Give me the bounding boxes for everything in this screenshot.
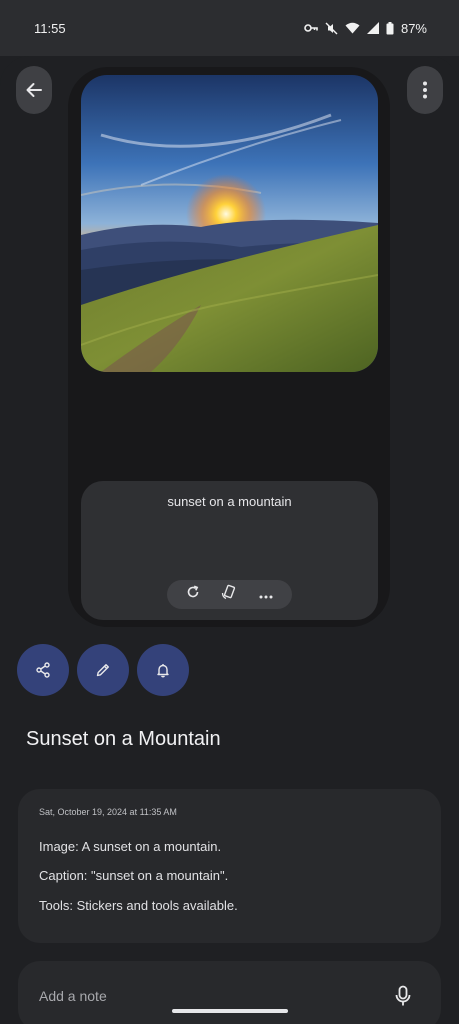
arrow-left-icon bbox=[26, 83, 42, 97]
edit-icon bbox=[96, 664, 109, 677]
share-icon bbox=[36, 662, 50, 678]
more-options-button[interactable] bbox=[407, 66, 443, 114]
voice-input-button[interactable] bbox=[393, 985, 413, 1012]
refresh-button[interactable] bbox=[186, 585, 200, 604]
edit-button[interactable] bbox=[77, 644, 129, 696]
caption-more-button[interactable] bbox=[259, 586, 273, 604]
mute-icon bbox=[325, 22, 338, 34]
sunset-photo[interactable] bbox=[81, 75, 378, 372]
back-button[interactable] bbox=[16, 66, 52, 114]
wifi-icon bbox=[345, 22, 360, 34]
status-time: 11:55 bbox=[34, 20, 66, 36]
status-bar: 11:55 87% bbox=[0, 0, 459, 56]
home-indicator[interactable] bbox=[172, 1009, 288, 1013]
vpn-key-icon bbox=[304, 24, 318, 32]
refresh-icon bbox=[187, 585, 199, 598]
sunset-image bbox=[81, 75, 378, 372]
mic-icon bbox=[395, 985, 411, 1006]
signal-icon bbox=[366, 22, 379, 34]
rotate-button[interactable] bbox=[221, 584, 237, 605]
info-line-image: Image: A sunset on a mountain. bbox=[39, 839, 222, 854]
reminder-button[interactable] bbox=[137, 644, 189, 696]
more-vert-icon bbox=[423, 81, 427, 99]
info-line-caption: Caption: "sunset on a mountain". bbox=[39, 868, 229, 883]
caption-toolbar bbox=[167, 580, 292, 609]
note-input[interactable]: Add a note bbox=[39, 988, 107, 1004]
info-line-tools: Tools: Stickers and tools available. bbox=[39, 898, 238, 913]
memory-title: Sunset on a Mountain bbox=[26, 728, 221, 750]
battery-icon bbox=[386, 21, 394, 34]
share-button[interactable] bbox=[17, 644, 69, 696]
bell-icon bbox=[157, 664, 169, 678]
memory-date: Sat, October 19, 2024 at 11:35 AM bbox=[39, 807, 177, 817]
more-horiz-icon bbox=[259, 595, 273, 598]
status-icons: 87% bbox=[304, 21, 427, 36]
battery-percent: 87% bbox=[400, 20, 427, 36]
caption-text[interactable]: sunset on a mountain bbox=[0, 494, 459, 509]
rotate-device-icon bbox=[222, 584, 236, 600]
